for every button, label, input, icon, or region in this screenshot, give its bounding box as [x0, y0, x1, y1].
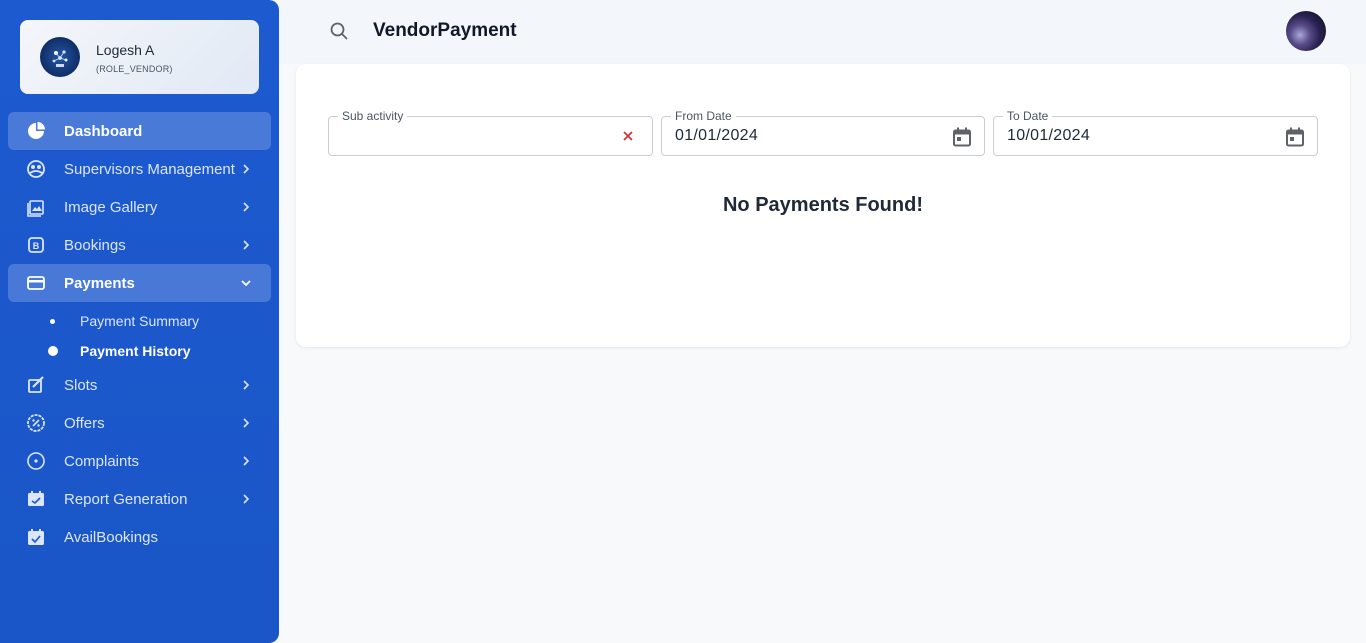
sidebar-nav: Dashboard Supervisors Management Image G… [8, 112, 271, 556]
user-name: Logesh A [96, 41, 155, 58]
calendar-icon[interactable] [951, 126, 973, 148]
supervisors-icon [26, 159, 46, 179]
sidebar-item-supervisors-management[interactable]: Supervisors Management [8, 150, 271, 188]
from-date-label: From Date [671, 109, 736, 123]
offers-icon [26, 413, 46, 433]
chevron-right-icon [243, 380, 250, 390]
sidebar-item-label: Complaints [64, 452, 140, 470]
sidebar-item-label: Report Generation [64, 490, 188, 508]
sidebar-subitem-label: Payment Summary [80, 313, 200, 329]
search-icon[interactable] [329, 21, 349, 41]
pie-chart-icon [26, 121, 46, 141]
sidebar: Logesh A (ROLE_VENDOR) Dashboard Supervi… [0, 0, 279, 643]
vendor-logo-icon [40, 37, 80, 77]
sidebar-subitem-payment-summary[interactable]: Payment Summary [8, 306, 271, 336]
payments-card: Sub activity From Date 01/01/2024 To Dat… [296, 64, 1350, 347]
to-date-value: 10/01/2024 [1007, 127, 1091, 144]
chevron-right-icon [243, 240, 250, 250]
sidebar-item-availbookings[interactable]: AvailBookings [8, 518, 271, 556]
image-gallery-icon [26, 197, 46, 217]
sidebar-item-bookings[interactable]: B Bookings [8, 226, 271, 264]
sidebar-item-label: Dashboard [64, 122, 143, 140]
chevron-down-icon [241, 280, 251, 287]
report-icon [26, 489, 46, 509]
sidebar-subitem-label: Payment History [80, 343, 191, 359]
sub-activity-field[interactable]: Sub activity [328, 109, 653, 156]
chevron-right-icon [243, 456, 250, 466]
svg-text:B: B [33, 241, 40, 251]
bullet-icon [50, 319, 55, 324]
sidebar-item-dashboard[interactable]: Dashboard [8, 112, 271, 150]
empty-state-message: No Payments Found! [722, 194, 923, 216]
user-profile-card[interactable]: Logesh A (ROLE_VENDOR) [20, 20, 259, 94]
sidebar-item-label: Offers [64, 414, 105, 432]
avatar[interactable] [1286, 11, 1326, 51]
sidebar-item-image-gallery[interactable]: Image Gallery [8, 188, 271, 226]
chevron-right-icon [243, 164, 250, 174]
credit-card-icon [26, 273, 46, 293]
page-title: VendorPayment [373, 20, 517, 41]
sidebar-item-label: Slots [64, 376, 98, 394]
sidebar-item-payments[interactable]: Payments [8, 264, 271, 302]
sidebar-item-label: Payments [64, 274, 135, 292]
to-date-field[interactable]: To Date 10/01/2024 [993, 109, 1318, 156]
sidebar-item-slots[interactable]: Slots [8, 366, 271, 404]
to-date-label: To Date [1003, 109, 1053, 123]
bullet-icon [48, 346, 58, 356]
from-date-value: 01/01/2024 [675, 127, 759, 144]
chevron-right-icon [243, 494, 250, 504]
sidebar-item-complaints[interactable]: Complaints [8, 442, 271, 480]
slots-icon [26, 375, 46, 395]
calendar-check-icon [26, 527, 46, 547]
complaints-icon [26, 451, 46, 471]
calendar-icon[interactable] [1284, 126, 1306, 148]
from-date-field[interactable]: From Date 01/01/2024 [661, 109, 985, 156]
close-icon[interactable] [622, 130, 634, 142]
chevron-right-icon [243, 202, 250, 212]
bookings-icon: B [26, 235, 46, 255]
sidebar-item-label: Supervisors Management [64, 160, 235, 178]
sidebar-item-offers[interactable]: Offers [8, 404, 271, 442]
sidebar-subitem-payment-history[interactable]: Payment History [8, 336, 271, 366]
user-role: (ROLE_VENDOR) [96, 63, 173, 74]
sidebar-item-label: Image Gallery [64, 198, 158, 216]
sidebar-item-report-generation[interactable]: Report Generation [8, 480, 271, 518]
chevron-right-icon [243, 418, 250, 428]
top-bar: VendorPayment [279, 0, 1366, 64]
sidebar-item-label: Bookings [64, 236, 126, 254]
sub-activity-label: Sub activity [338, 109, 408, 123]
sidebar-item-label: AvailBookings [64, 528, 158, 546]
